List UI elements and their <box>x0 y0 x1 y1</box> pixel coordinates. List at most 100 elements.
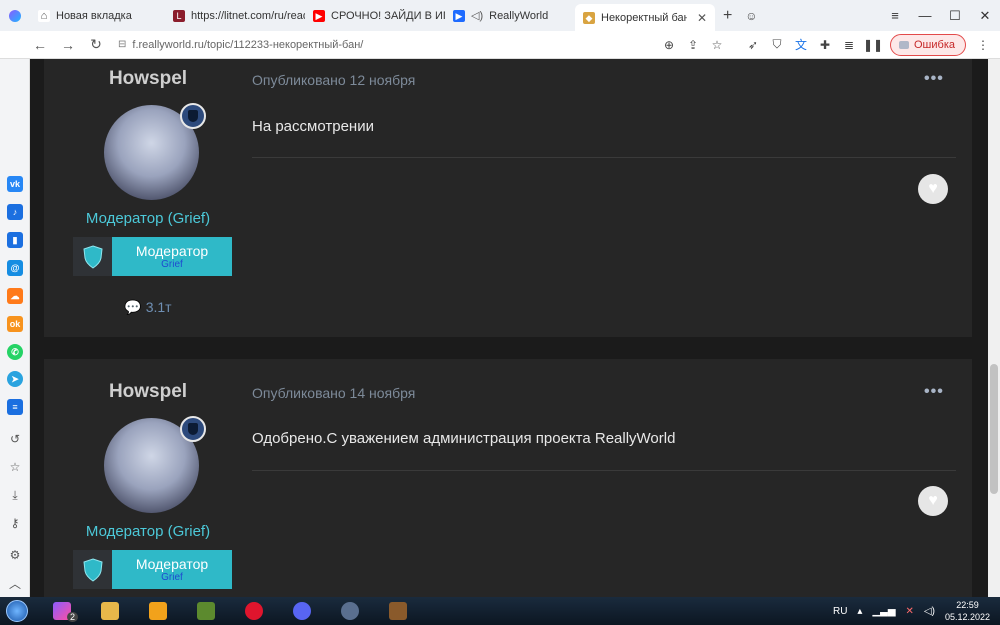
tab-youtube[interactable]: ▶ СРОЧНО! ЗАЙДИ В ИГРУ! Я <box>305 0 445 31</box>
forward-icon[interactable]: → <box>56 33 80 57</box>
taskbar-app[interactable] <box>330 598 370 624</box>
post-author: Howspel Модератор (Grief) Модератор Grie… <box>44 59 252 337</box>
system-tray: RU ▴ ▁▃▅ ✕ ◁) 22:59 05.12.2022 <box>833 599 1000 623</box>
tab-reallyworld[interactable]: ▶ ◁) ReallyWorld <box>445 0 575 31</box>
start-button[interactable] <box>0 597 34 625</box>
vk-icon[interactable]: vk <box>7 176 23 192</box>
minecraft-icon <box>197 602 215 620</box>
clock-date: 05.12.2022 <box>944 612 990 622</box>
error-button[interactable]: Ошибка <box>890 33 966 56</box>
more-menu-icon[interactable]: ⋮ <box>972 34 994 56</box>
tab-title: Новая вкладка <box>56 9 132 22</box>
chest-icon <box>389 602 407 620</box>
playlist-icon[interactable]: ≣ <box>838 34 860 56</box>
reload-icon[interactable]: ↻ <box>84 33 108 57</box>
browser-logo-icon[interactable] <box>0 0 30 31</box>
app-icon <box>341 602 359 620</box>
tab-active-topic[interactable]: ◆ Некоректный бан - Жалобы ✕ <box>575 4 715 31</box>
extensions-icon[interactable]: ✚ <box>814 34 836 56</box>
like-button[interactable]: ♥ <box>918 486 948 516</box>
taskbar-discord[interactable] <box>282 598 322 624</box>
taskbar-opera[interactable] <box>234 598 274 624</box>
maximize-button[interactable]: ☐ <box>940 0 970 31</box>
rocket-icon[interactable]: ➶ <box>742 34 764 56</box>
post-body: Одобрено.С уважением администрация проек… <box>252 430 676 447</box>
tab-litnet[interactable]: L https://litnet.com/ru/reader/y <box>165 0 305 31</box>
taskbar: 2 RU ▴ ▁▃▅ ✕ ◁) 22:59 05.12.2022 <box>0 597 1000 625</box>
download-icon[interactable]: ⤓ <box>7 487 23 503</box>
taskbar-minecraft[interactable] <box>186 598 226 624</box>
cloud-icon[interactable]: ☁ <box>7 288 23 304</box>
discord-icon <box>293 602 311 620</box>
shield-icon <box>73 237 112 276</box>
new-tab-button[interactable]: + <box>715 7 740 25</box>
close-tab-icon[interactable]: ✕ <box>697 11 707 25</box>
comment-icon: 💬 <box>124 299 142 315</box>
post-date[interactable]: Опубликовано 12 ноября <box>252 72 415 88</box>
language-indicator[interactable]: RU <box>833 606 847 617</box>
divider <box>252 157 956 158</box>
tab-title: СРОЧНО! ЗАЙДИ В ИГРУ! Я <box>331 9 445 22</box>
media-player-icon <box>149 602 167 620</box>
page-content: Howspel Модератор (Grief) Модератор Grie… <box>30 59 988 597</box>
post-author: Howspel Модератор (Grief) Модератор Grie… <box>44 359 252 597</box>
share-icon[interactable]: ⇪ <box>682 34 704 56</box>
post-count-value: 3.1т <box>145 299 172 315</box>
group-subtitle: Grief <box>161 571 183 583</box>
music-icon[interactable]: ♪ <box>7 204 23 220</box>
settings-icon[interactable]: ⚙ <box>7 547 23 563</box>
mail-icon[interactable]: @ <box>7 260 23 276</box>
scrollbar-thumb[interactable] <box>990 364 998 494</box>
translate-icon[interactable]: 文 <box>790 34 812 56</box>
back-icon[interactable]: ← <box>28 33 52 57</box>
post-options-icon[interactable]: ••• <box>924 383 944 401</box>
taskbar-media[interactable] <box>138 598 178 624</box>
scrollbar[interactable] <box>988 59 1000 597</box>
show-hidden-icons-icon[interactable]: ▴ <box>857 606 862 617</box>
taskbar-explorer[interactable] <box>90 598 130 624</box>
like-button[interactable]: ♥ <box>918 174 948 204</box>
list-icon[interactable]: ≡ <box>7 399 23 415</box>
author-name[interactable]: Howspel <box>44 68 252 90</box>
tab-title: Некоректный бан - Жалобы <box>601 11 687 24</box>
forum-icon: ◆ <box>583 11 595 24</box>
shield-icon[interactable]: ⛉ <box>766 34 788 56</box>
network-icon[interactable]: ✕ <box>906 606 914 617</box>
history-icon[interactable]: ↺ <box>7 431 23 447</box>
collapse-icon[interactable]: ︿ <box>7 575 23 591</box>
tab-new-tab[interactable]: ⌂ Новая вкладка <box>30 0 165 31</box>
browser-sidebar: vk ♪ ▮ @ ☁ ok ✆ ➤ ≡ ↺ ☆ ⤓ ⚷ ⚙ ︿ <box>0 59 30 597</box>
group-title: Модератор <box>135 242 209 259</box>
author-name[interactable]: Howspel <box>44 381 252 403</box>
telegram-icon[interactable]: ➤ <box>7 371 23 387</box>
url-text: f.reallyworld.ru/topic/112233-некоректны… <box>132 38 364 51</box>
post-count: 💬 3.1т <box>44 299 252 316</box>
odnoklassniki-icon[interactable]: ok <box>7 316 23 332</box>
taskbar-browser[interactable]: 2 <box>42 598 82 624</box>
whatsapp-icon[interactable]: ✆ <box>7 344 23 360</box>
home-icon: ⌂ <box>38 9 50 22</box>
moderator-badge-icon <box>180 103 206 129</box>
incognito-icon[interactable]: ☺ <box>740 5 762 27</box>
bookmark-star-icon[interactable]: ☆ <box>706 34 728 56</box>
post-options-icon[interactable]: ••• <box>924 70 944 88</box>
favorites-icon[interactable]: ☆ <box>7 459 23 475</box>
pause-icon[interactable]: ❚❚ <box>862 34 884 56</box>
taskbar-chest[interactable] <box>378 598 418 624</box>
signal-icon[interactable]: ▁▃▅ <box>872 606 895 617</box>
close-window-button[interactable]: ✕ <box>970 0 1000 31</box>
menu-icon[interactable]: ≡ <box>880 0 910 31</box>
window-count-badge: 2 <box>66 612 78 622</box>
user-role: Модератор (Grief) <box>85 210 211 227</box>
url-field[interactable]: ⊟ f.reallyworld.ru/topic/112233-некорект… <box>118 39 363 51</box>
volume-icon[interactable]: ◁) <box>924 606 935 617</box>
stats-icon[interactable]: ▮ <box>7 232 23 248</box>
minimize-button[interactable]: — <box>910 0 940 31</box>
clock[interactable]: 22:59 05.12.2022 <box>945 599 990 623</box>
site-info-icon[interactable]: ⊟ <box>118 39 126 50</box>
post-date[interactable]: Опубликовано 14 ноября <box>252 385 415 401</box>
opera-icon <box>245 602 263 620</box>
zoom-icon[interactable]: ⊕ <box>658 34 680 56</box>
key-icon[interactable]: ⚷ <box>7 515 23 531</box>
tab-bar: ⌂ Новая вкладка L https://litnet.com/ru/… <box>0 0 1000 31</box>
